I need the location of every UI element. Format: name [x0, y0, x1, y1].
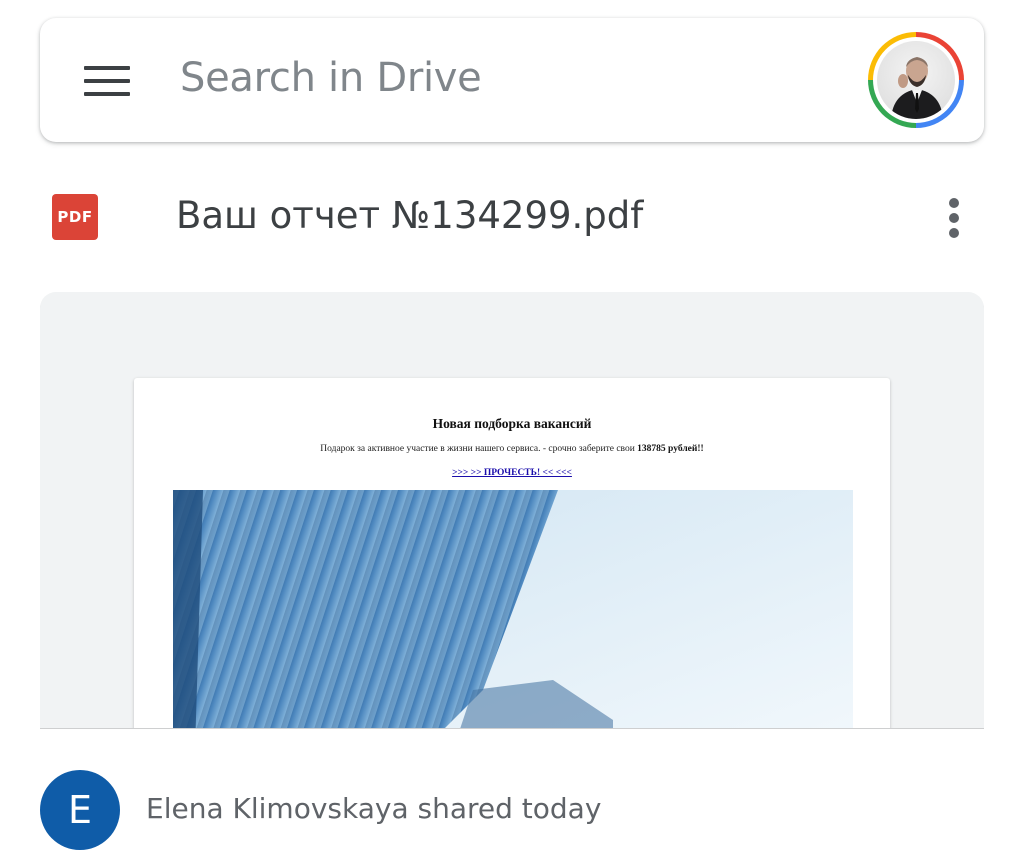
hamburger-menu-icon[interactable]	[84, 64, 132, 96]
more-vertical-icon[interactable]	[938, 194, 970, 242]
account-avatar[interactable]	[868, 32, 964, 128]
search-bar[interactable]: Search in Drive	[40, 18, 984, 142]
file-preview-card[interactable]: Новая подборка вакансий Подарок за актив…	[40, 292, 984, 728]
preview-title: Новая подборка вакансий	[432, 416, 592, 431]
shared-by-text: Elena Klimovskaya shared today	[146, 792, 602, 825]
preview-building-image	[173, 490, 853, 728]
search-input[interactable]: Search in Drive	[180, 55, 482, 101]
pdf-page-preview: Новая подборка вакансий Подарок за актив…	[134, 378, 890, 728]
preview-body-amount: 138785 рублей!!	[637, 444, 704, 454]
account-avatar-icon	[877, 41, 955, 119]
preview-body-text: Подарок за активное участие в жизни наше…	[320, 444, 638, 454]
file-header-row: PDF Ваш отчет №134299.pdf	[0, 170, 1024, 270]
file-name[interactable]: Ваш отчет №134299.pdf	[176, 194, 643, 237]
preview-link: >>> >> ПРОЧЕСТЬ! << <<<	[452, 468, 572, 478]
sharer-avatar: E	[40, 770, 120, 850]
preview-body: Подарок за активное участие в жизни наше…	[134, 444, 890, 454]
pdf-file-icon: PDF	[52, 194, 98, 240]
shared-info-row: E Elena Klimovskaya shared today	[0, 768, 1024, 852]
